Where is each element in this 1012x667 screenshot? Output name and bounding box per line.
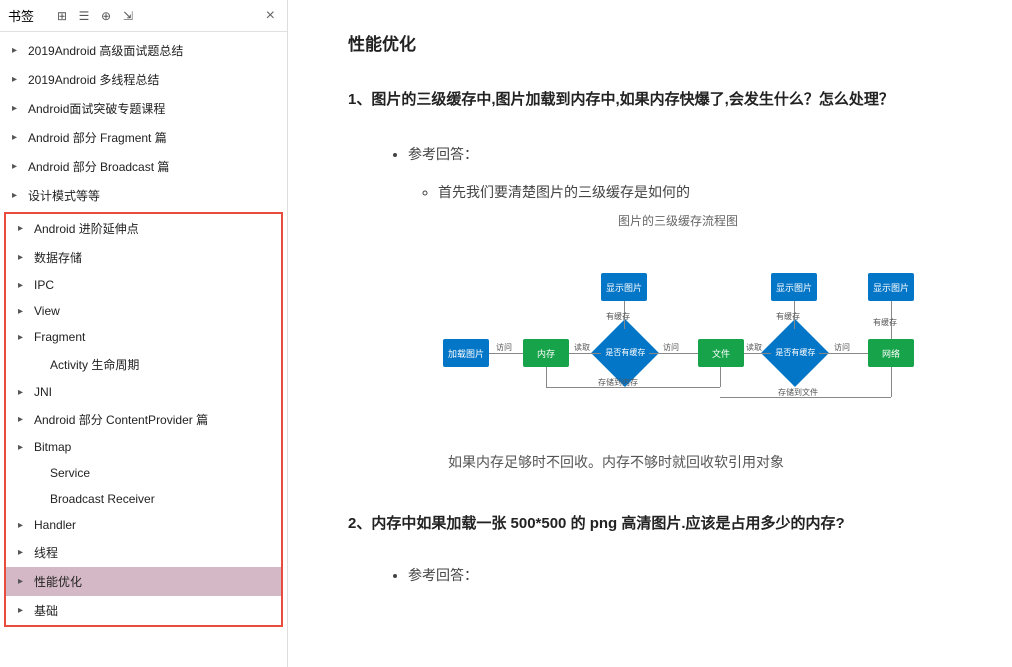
bookmark-item[interactable]: ▸ JNI [6,379,281,405]
chevron-right-icon: ▸ [18,414,28,425]
answer-1: 参考回答： 首先我们要清楚图片的三级缓存是如何的 [348,144,972,202]
chevron-right-icon: ▸ [18,520,28,531]
chart-note: 如果内存足够时不回收。内存不够时就回收软引用对象 [448,452,972,472]
bookmarks-sidebar: 书签 ⊞ ☰ ⊕ ⇲ × ▸ 2019Android 高级面试题总结 ▸ 2019An… [0,0,288,667]
bookmark-item[interactable]: ▸ Android面试突破专题课程 [0,94,287,123]
bookmark-item[interactable]: ▸ View [6,298,281,324]
node-net: 网络 [868,339,914,367]
chevron-right-icon: ▸ [12,45,22,56]
bookmark-label: View [34,304,60,318]
bookmark-label: 数据存储 [34,249,82,266]
bookmark-label: Android 进阶延伸点 [34,220,139,237]
question-2: 2、内存中如果加载一张 500*500 的 png 高清图片.应该是占用多少的内… [348,512,972,533]
bookmark-label: Android 部分 Fragment 篇 [28,129,167,146]
document-content: 性能优化 1、图片的三级缓存中,图片加载到内存中,如果内存快爆了,会发生什么？怎… [288,0,1012,667]
node-mem: 内存 [523,339,569,367]
bookmark-item[interactable]: ▸ 数据存储 [6,243,281,272]
toolbar-icon-4[interactable]: ⇲ [120,8,136,24]
bookmark-item[interactable]: ▸ Handler [6,512,281,538]
bookmark-item[interactable]: ▸ 线程 [6,538,281,567]
flowchart-title: 图片的三级缓存流程图 [448,212,908,229]
bookmark-item[interactable]: ▸ Android 部分 Broadcast 篇 [0,152,287,181]
chevron-right-icon: ▸ [18,306,28,317]
chevron-right-icon: ▸ [18,605,28,616]
toolbar-icon-2[interactable]: ☰ [76,8,92,24]
highlighted-section: ▸ Android 进阶延伸点 ▸ 数据存储 ▸ IPC ▸ View ▸ Fragment Act… [4,212,283,627]
bookmark-label: IPC [34,278,54,292]
chevron-right-icon: ▸ [18,280,28,291]
bookmark-label: Bitmap [34,440,71,454]
bookmark-item[interactable]: ▸ IPC [6,272,281,298]
bookmark-item[interactable]: ▸ Android 部分 ContentProvider 篇 [6,405,281,434]
sidebar-toolbar: ⊞ ☰ ⊕ ⇲ [54,8,136,24]
chevron-right-icon: ▸ [12,161,22,172]
chevron-right-icon: ▸ [18,576,28,587]
node-file: 文件 [698,339,744,367]
bookmark-item[interactable]: ▸ 2019Android 高级面试题总结 [0,36,287,65]
node-show1: 显示图片 [601,273,647,301]
toolbar-icon-1[interactable]: ⊞ [54,8,70,24]
bookmark-label: Android 部分 Broadcast 篇 [28,158,169,175]
bookmark-item[interactable]: ▸ 设计模式等等 [0,181,287,210]
chevron-right-icon: ▸ [12,103,22,114]
bookmark-label: Android面试突破专题课程 [28,100,165,117]
bookmark-label: Android 部分 ContentProvider 篇 [34,411,208,428]
chevron-right-icon: ▸ [12,190,22,201]
chevron-right-icon: ▸ [18,442,28,453]
bookmark-label: 性能优化 [34,573,82,590]
bookmark-label: Activity 生命周期 [50,356,139,373]
bookmark-label: 2019Android 多线程总结 [28,71,159,88]
bookmark-label: 2019Android 高级面试题总结 [28,42,183,59]
bookmark-list[interactable]: ▸ 2019Android 高级面试题总结 ▸ 2019Android 多线程总结 ▸ A… [0,32,287,667]
chevron-right-icon: ▸ [18,387,28,398]
answer-2-main: 参考回答： [408,565,972,585]
question-1: 1、图片的三级缓存中,图片加载到内存中,如果内存快爆了,会发生什么？怎么处理？ [348,83,972,116]
sidebar-title: 书签 [8,6,34,25]
answer-1-main: 参考回答： [408,144,972,164]
answer-1-sub: 首先我们要清楚图片的三级缓存是如何的 [438,182,972,202]
bookmark-item[interactable]: Activity 生命周期 [6,350,281,379]
bookmark-item[interactable]: Broadcast Receiver [6,486,281,512]
chevron-right-icon: ▸ [12,74,22,85]
chevron-right-icon: ▸ [18,252,28,263]
bookmark-label: 设计模式等等 [28,187,100,204]
bookmark-item[interactable]: ▸ 2019Android 多线程总结 [0,65,287,94]
node-show2: 显示图片 [771,273,817,301]
toolbar-icon-3[interactable]: ⊕ [98,8,114,24]
flowchart: 图片的三级缓存流程图 显示图片 显示图片 显示图片 加载图片 内存 是否有缓存 … [448,212,908,434]
bookmark-item[interactable]: ▸ Android 部分 Fragment 篇 [0,123,287,152]
bookmark-label: 线程 [34,544,58,561]
bookmark-label: JNI [34,385,52,399]
bookmark-item[interactable]: ▸ 基础 [6,596,281,625]
bookmark-label: Service [50,466,90,480]
bookmark-item[interactable]: ▸ 性能优化 [6,567,281,596]
answer-2: 参考回答： [348,565,972,585]
bookmark-label: Handler [34,518,76,532]
close-icon[interactable]: × [262,7,279,25]
chevron-right-icon: ▸ [18,332,28,343]
sidebar-header: 书签 ⊞ ☰ ⊕ ⇲ × [0,0,287,32]
bookmark-item[interactable]: ▸ Android 进阶延伸点 [6,214,281,243]
chevron-right-icon: ▸ [18,547,28,558]
bookmark-item[interactable]: Service [6,460,281,486]
node-load: 加载图片 [443,339,489,367]
bookmark-label: 基础 [34,602,58,619]
page-title: 性能优化 [348,30,972,55]
bookmark-label: Broadcast Receiver [50,492,155,506]
bookmark-label: Fragment [34,330,85,344]
bookmark-item[interactable]: ▸ Fragment [6,324,281,350]
chevron-right-icon: ▸ [12,132,22,143]
node-show3: 显示图片 [868,273,914,301]
bookmark-item[interactable]: ▸ Bitmap [6,434,281,460]
chevron-right-icon: ▸ [18,223,28,234]
